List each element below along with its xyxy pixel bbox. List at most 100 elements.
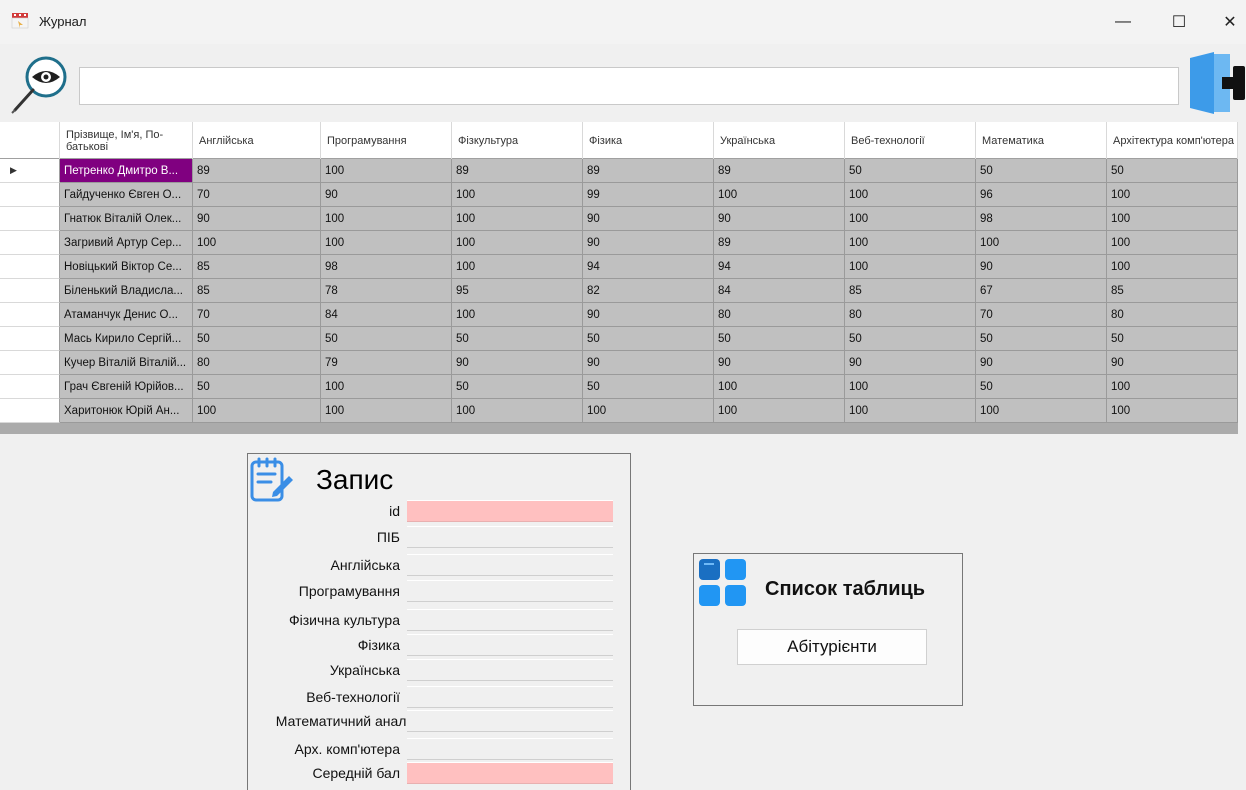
cell-web[interactable]: 100 xyxy=(845,231,976,255)
field-physics[interactable] xyxy=(407,634,613,656)
cell-architecture[interactable]: 85 xyxy=(1107,279,1238,303)
table-row[interactable]: Грач Євгеній Юрійов... 50 100 50 50 100 100 50 1… xyxy=(0,375,1238,399)
cell-ukrainian[interactable]: 100 xyxy=(714,375,845,399)
field-pib[interactable] xyxy=(407,526,613,548)
cell-programming[interactable]: 98 xyxy=(321,255,452,279)
cell-physics[interactable]: 94 xyxy=(583,255,714,279)
cell-pe[interactable]: 50 xyxy=(452,327,583,351)
cell-programming[interactable]: 100 xyxy=(321,159,452,183)
cell-pe[interactable]: 100 xyxy=(452,183,583,207)
cell-programming[interactable]: 84 xyxy=(321,303,452,327)
cell-english[interactable]: 85 xyxy=(193,279,321,303)
cell-pe[interactable]: 100 xyxy=(452,255,583,279)
cell-pe[interactable]: 89 xyxy=(452,159,583,183)
cell-name[interactable]: Грач Євгеній Юрійов... xyxy=(60,375,193,399)
cell-name[interactable]: Харитонюк Юрій Ан... xyxy=(60,399,193,423)
cell-name[interactable]: Кучер Віталій Віталій... xyxy=(60,351,193,375)
cell-programming[interactable]: 100 xyxy=(321,207,452,231)
table-row[interactable]: Гайдученко Євген О... 70 90 100 99 100 100 96 10… xyxy=(0,183,1238,207)
row-header[interactable] xyxy=(0,327,60,351)
cell-architecture[interactable]: 100 xyxy=(1107,231,1238,255)
cell-web[interactable]: 90 xyxy=(845,351,976,375)
cell-ukrainian[interactable]: 84 xyxy=(714,279,845,303)
cell-ukrainian[interactable]: 89 xyxy=(714,159,845,183)
cell-programming[interactable]: 79 xyxy=(321,351,452,375)
row-header[interactable] xyxy=(0,183,60,207)
cell-physics[interactable]: 90 xyxy=(583,207,714,231)
cell-physics[interactable]: 90 xyxy=(583,303,714,327)
cell-name[interactable]: Мась Кирило Сергій... xyxy=(60,327,193,351)
field-id[interactable] xyxy=(407,500,613,522)
minimize-button[interactable]: — xyxy=(1100,0,1146,44)
cell-pe[interactable]: 100 xyxy=(452,231,583,255)
row-header[interactable] xyxy=(0,375,60,399)
cell-math[interactable]: 50 xyxy=(976,375,1107,399)
door-exit-icon[interactable] xyxy=(1184,48,1246,118)
cell-architecture[interactable]: 50 xyxy=(1107,159,1238,183)
cell-math[interactable]: 70 xyxy=(976,303,1107,327)
close-button[interactable]: ✕ xyxy=(1207,0,1246,44)
cell-pe[interactable]: 90 xyxy=(452,351,583,375)
cell-architecture[interactable]: 50 xyxy=(1107,327,1238,351)
cell-pe[interactable]: 100 xyxy=(452,207,583,231)
cell-pe[interactable]: 100 xyxy=(452,399,583,423)
cell-web[interactable]: 80 xyxy=(845,303,976,327)
row-header[interactable] xyxy=(0,351,60,375)
title-bar[interactable]: Журнал — ☐ ✕ xyxy=(0,0,1246,44)
header-math[interactable]: Математика xyxy=(976,122,1107,159)
cell-architecture[interactable]: 100 xyxy=(1107,207,1238,231)
field-average[interactable] xyxy=(407,762,613,784)
cell-physics[interactable]: 82 xyxy=(583,279,714,303)
header-english[interactable]: Англійська xyxy=(193,122,321,159)
cell-programming[interactable]: 90 xyxy=(321,183,452,207)
cell-english[interactable]: 70 xyxy=(193,183,321,207)
cell-math[interactable]: 67 xyxy=(976,279,1107,303)
table-row[interactable]: Харитонюк Юрій Ан... 100 100 100 100 100 100 10… xyxy=(0,399,1238,423)
cell-physics[interactable]: 99 xyxy=(583,183,714,207)
cell-programming[interactable]: 100 xyxy=(321,399,452,423)
cell-math[interactable]: 96 xyxy=(976,183,1107,207)
table-row[interactable]: Атаманчук Денис О... 70 84 100 90 80 80 70 80 xyxy=(0,303,1238,327)
cell-english[interactable]: 50 xyxy=(193,327,321,351)
cell-math[interactable]: 98 xyxy=(976,207,1107,231)
cell-english[interactable]: 89 xyxy=(193,159,321,183)
cell-web[interactable]: 85 xyxy=(845,279,976,303)
field-programming[interactable] xyxy=(407,580,613,602)
cell-english[interactable]: 90 xyxy=(193,207,321,231)
search-input[interactable] xyxy=(79,67,1179,105)
cell-programming[interactable]: 100 xyxy=(321,375,452,399)
header-name[interactable]: Прізвище, Ім'я, По-батькові xyxy=(60,122,193,159)
applicants-table-button[interactable]: Абітурієнти xyxy=(737,629,927,665)
cell-physics[interactable]: 90 xyxy=(583,351,714,375)
cell-physics[interactable]: 50 xyxy=(583,375,714,399)
cell-english[interactable]: 80 xyxy=(193,351,321,375)
table-row[interactable]: Гнатюк Віталій Олек... 90 100 100 90 90 100 98 1… xyxy=(0,207,1238,231)
cell-architecture[interactable]: 90 xyxy=(1107,351,1238,375)
cell-web[interactable]: 50 xyxy=(845,159,976,183)
header-web[interactable]: Веб-технології xyxy=(845,122,976,159)
cell-english[interactable]: 100 xyxy=(193,231,321,255)
field-web[interactable] xyxy=(407,686,613,708)
cell-physics[interactable]: 50 xyxy=(583,327,714,351)
header-programming[interactable]: Програмування xyxy=(321,122,452,159)
cell-math[interactable]: 50 xyxy=(976,159,1107,183)
header-architecture[interactable]: Архітектура комп'ютера xyxy=(1107,122,1238,159)
cell-english[interactable]: 85 xyxy=(193,255,321,279)
eye-magnifier-icon[interactable] xyxy=(9,55,71,117)
cell-architecture[interactable]: 100 xyxy=(1107,183,1238,207)
cell-architecture[interactable]: 100 xyxy=(1107,375,1238,399)
cell-ukrainian[interactable]: 90 xyxy=(714,207,845,231)
cell-web[interactable]: 100 xyxy=(845,399,976,423)
field-math[interactable] xyxy=(407,710,613,732)
cell-pe[interactable]: 100 xyxy=(452,303,583,327)
cell-english[interactable]: 70 xyxy=(193,303,321,327)
cell-ukrainian[interactable]: 100 xyxy=(714,399,845,423)
row-header[interactable] xyxy=(0,231,60,255)
cell-ukrainian[interactable]: 100 xyxy=(714,183,845,207)
cell-architecture[interactable]: 100 xyxy=(1107,255,1238,279)
cell-web[interactable]: 100 xyxy=(845,375,976,399)
field-arch[interactable] xyxy=(407,738,613,760)
cell-physics[interactable]: 89 xyxy=(583,159,714,183)
cell-name[interactable]: Гнатюк Віталій Олек... xyxy=(60,207,193,231)
cell-english[interactable]: 50 xyxy=(193,375,321,399)
